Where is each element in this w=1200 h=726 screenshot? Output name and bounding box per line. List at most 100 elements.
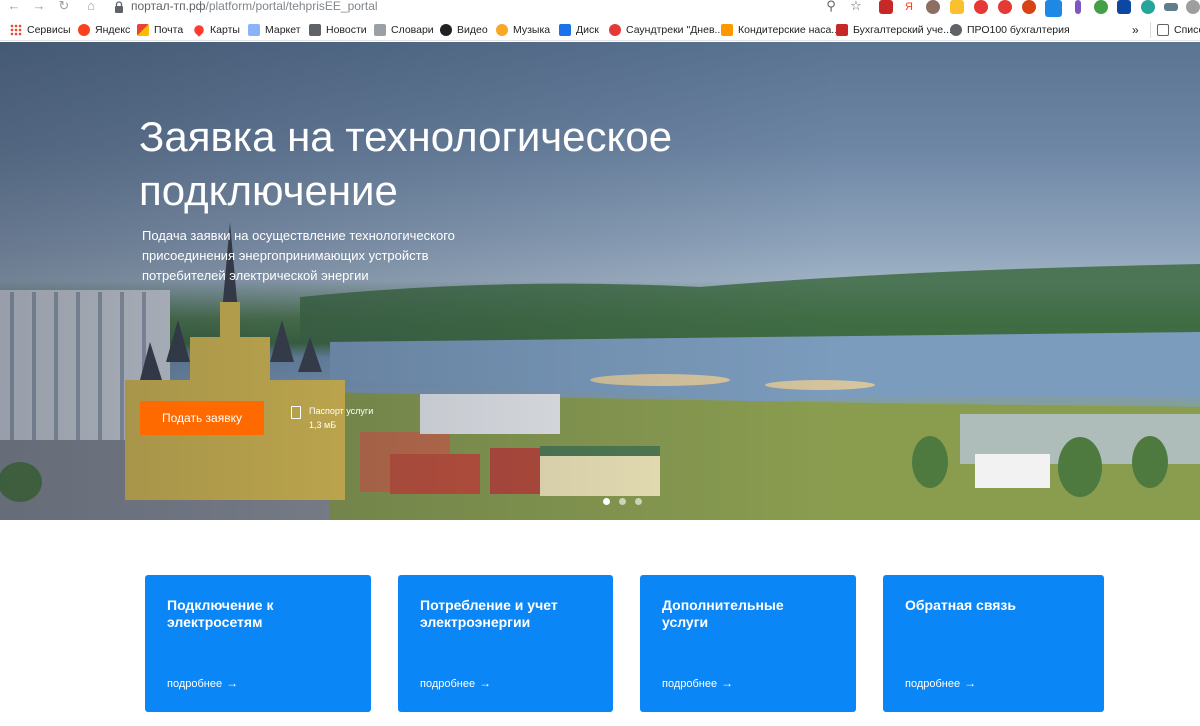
bookmark-accounting[interactable]: Бухгалтерский уче... [836, 22, 952, 38]
hero-title: Заявка на технологическое подключение [139, 110, 839, 218]
service-passport-link[interactable]: Паспорт услуги 1,3 мБ [291, 405, 374, 433]
reading-list-icon [1157, 24, 1169, 36]
pen-extension-icon[interactable] [1075, 0, 1081, 14]
card-title: Дополнительные услуги [662, 597, 784, 630]
avatar-extension-icon[interactable] [926, 0, 940, 14]
bookmark-market[interactable]: Маркет [248, 22, 301, 38]
soundtrack-icon [609, 24, 621, 36]
more-label: подробнее [662, 678, 718, 690]
pdf-extension-icon[interactable] [879, 0, 893, 14]
url-path: /platform/portal/tehprisEE_portal [205, 0, 378, 13]
bookmark-pro100[interactable]: ПРО100 бухгалтерия [950, 22, 1070, 38]
bookmark-services[interactable]: Сервисы [10, 22, 71, 38]
yandex-icon [78, 24, 90, 36]
home-icon[interactable]: ⌂ [83, 0, 99, 14]
card-title: Подключение к электросетям [167, 597, 274, 630]
passport-name: Паспорт услуги [309, 406, 374, 416]
bookmark-maps[interactable]: Карты [192, 22, 240, 38]
bookmark-confectionery[interactable]: Кондитерские наса... [721, 22, 840, 38]
b-extension-icon[interactable] [1022, 0, 1036, 14]
card-grid-connection[interactable]: Подключение к электросетям подробнее → [145, 575, 371, 712]
globe-icon [950, 24, 962, 36]
clock-extension-icon[interactable] [998, 0, 1012, 14]
hero-title-line-2: подключение [139, 167, 398, 214]
disk-icon [559, 24, 571, 36]
bookmark-disk[interactable]: Диск [559, 22, 599, 38]
bookmark-news[interactable]: Новости [309, 22, 367, 38]
zoom-search-icon[interactable]: ⚲ [823, 0, 839, 14]
arrow-right-icon: → [721, 676, 734, 690]
hero-title-line-1: Заявка на технологическое [139, 113, 673, 160]
video-icon [440, 24, 452, 36]
bookmark-label: Новости [326, 24, 367, 36]
slider-dot[interactable] [619, 498, 626, 505]
bookmark-music[interactable]: Музыка [496, 22, 550, 38]
bookmarks-overflow-button[interactable]: » [1132, 22, 1139, 38]
bookmark-video[interactable]: Видео [440, 22, 488, 38]
hero-subtitle: Подача заявки на осуществление технологи… [142, 228, 455, 283]
bookmark-label: Бухгалтерский уче... [853, 24, 952, 36]
apps-grid-icon [10, 24, 22, 36]
slider-pagination [603, 498, 651, 506]
market-icon [248, 24, 260, 36]
bookmark-label: Сервисы [27, 24, 71, 36]
yandex-extension-icon[interactable]: Я [902, 0, 916, 14]
extension-icon[interactable] [950, 0, 964, 14]
more-label: подробнее [167, 678, 223, 690]
bookmark-label: Яндекс [95, 24, 131, 36]
arrow-right-icon: → [479, 676, 492, 690]
mail-icon [137, 24, 149, 36]
reading-list-label: Список [1174, 24, 1200, 36]
card-more-link[interactable]: подробнее → [420, 676, 491, 691]
bookmark-label: Кондитерские наса... [738, 24, 841, 36]
arrow-right-icon: → [226, 676, 239, 690]
accounting-icon [836, 24, 848, 36]
react-extension-icon[interactable] [1141, 0, 1155, 14]
address-bar[interactable]: портал-тп.рф/platform/portal/tehprisEE_p… [131, 0, 378, 13]
back-arrow-icon[interactable]: ← [6, 0, 22, 14]
overflow-label: » [1132, 23, 1139, 37]
card-feedback[interactable]: Обратная связь подробнее → [883, 575, 1104, 712]
bookmark-label: Диск [576, 24, 599, 36]
card-more-link[interactable]: подробнее → [662, 676, 733, 691]
bookmark-label: Карты [210, 24, 240, 36]
news-icon [309, 24, 321, 36]
music-icon [496, 24, 508, 36]
card-more-link[interactable]: подробнее → [167, 676, 238, 691]
lock-icon [115, 1, 123, 13]
arrow-right-icon: → [964, 676, 977, 690]
reading-list-button[interactable]: Список [1150, 22, 1200, 38]
cast-extension-icon[interactable] [1164, 3, 1178, 11]
url-host: портал-тп.рф [131, 0, 206, 13]
bookmark-yandex[interactable]: Яндекс [78, 22, 130, 38]
on-extension-icon[interactable] [1117, 0, 1131, 14]
profile-icon[interactable] [1186, 0, 1200, 14]
more-label: подробнее [420, 678, 476, 690]
slider-dot[interactable] [603, 498, 610, 505]
cloud-extension-icon[interactable] [974, 0, 988, 14]
submit-application-button[interactable]: Подать заявку [140, 401, 264, 435]
reload-icon[interactable]: ↻ [56, 0, 72, 14]
bookmark-star-icon[interactable]: ☆ [848, 0, 864, 14]
forward-arrow-icon[interactable]: → [31, 0, 47, 14]
bookmarks-bar: Сервисы Яндекс Почта Карты Маркет Новост… [0, 19, 1200, 41]
map-pin-icon [192, 23, 206, 37]
card-more-link[interactable]: подробнее → [905, 676, 976, 691]
card-consumption-metering[interactable]: Потребление и учет электроэнергии подроб… [398, 575, 613, 712]
bookmark-label: ПРО100 бухгалтерия [967, 24, 1070, 36]
card-title: Обратная связь [905, 597, 1016, 613]
bookmark-label: Музыка [513, 24, 551, 36]
more-label: подробнее [905, 678, 961, 690]
color-extension-icon[interactable] [1094, 0, 1108, 14]
dictionary-icon [374, 24, 386, 36]
bookmark-label: Видео [457, 24, 488, 36]
bookmark-soundtracks[interactable]: Саундтреки "Днев... [609, 22, 723, 38]
bookmark-mail[interactable]: Почта [137, 22, 183, 38]
new-extension-icon[interactable] [1045, 0, 1062, 17]
slider-dot[interactable] [635, 498, 642, 505]
card-additional-services[interactable]: Дополнительные услуги подробнее → [640, 575, 856, 712]
bookmark-dictionaries[interactable]: Словари [374, 22, 434, 38]
hero-banner: Заявка на технологическое подключение По… [0, 42, 1200, 520]
browser-toolbar: ← → ↻ ⌂ портал-тп.рф/platform/portal/teh… [0, 0, 1200, 17]
bookmark-label: Почта [154, 24, 184, 36]
